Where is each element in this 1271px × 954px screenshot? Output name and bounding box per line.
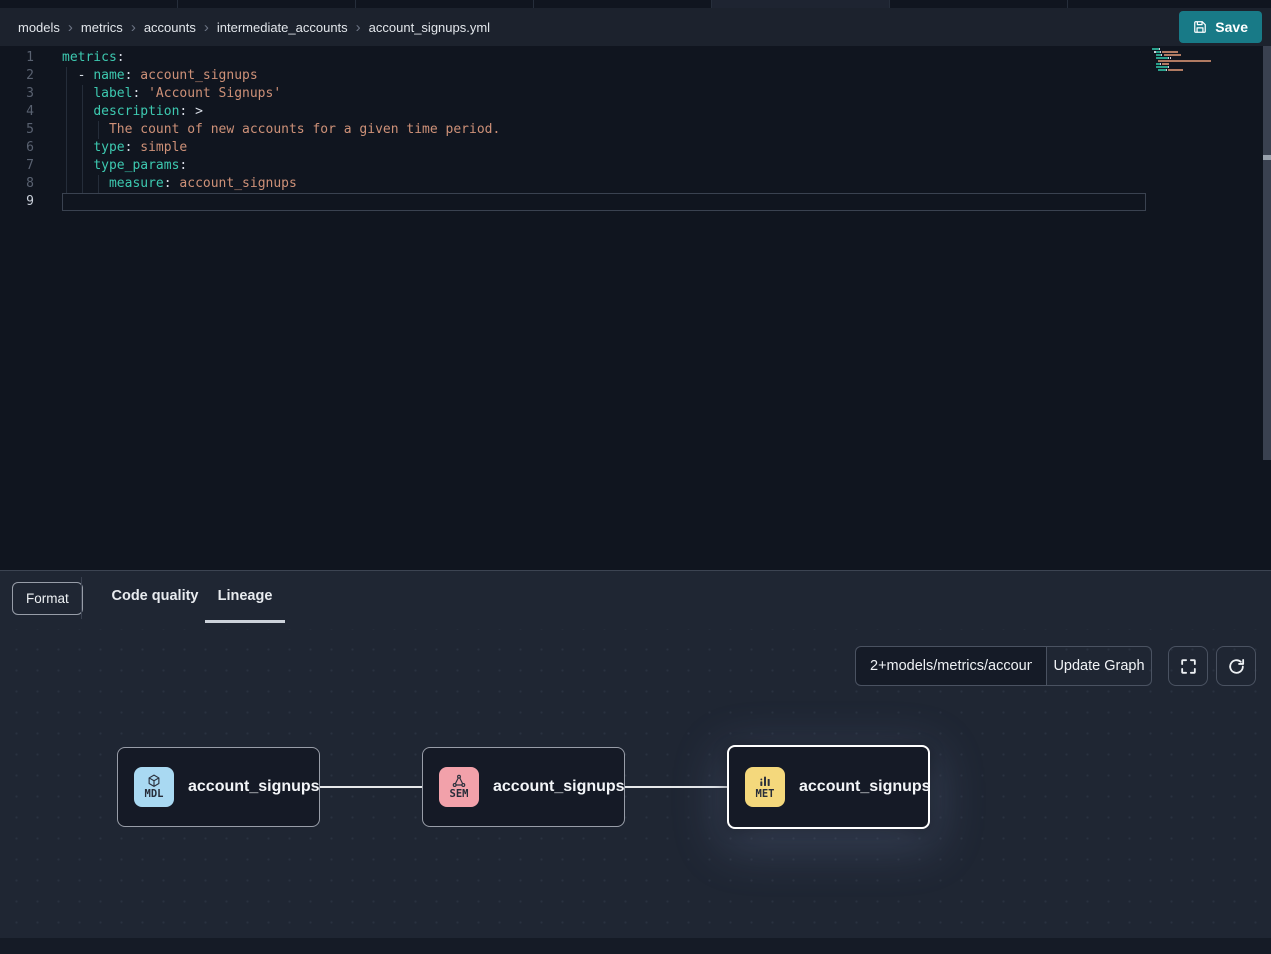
editor-tabstrip [0, 0, 1271, 8]
save-button-label: Save [1215, 19, 1248, 35]
line-number: 6 [0, 139, 34, 157]
breadcrumb-item[interactable]: metrics [81, 20, 123, 35]
line-number: 9 [0, 193, 34, 211]
minimap[interactable] [1152, 48, 1212, 75]
panel-tabs: Code quality Lineage [105, 571, 285, 623]
code-line[interactable]: 1 metrics: [0, 49, 1271, 67]
editor-tab[interactable] [534, 0, 712, 8]
breadcrumb-item[interactable]: models [18, 20, 60, 35]
indent-guide [82, 85, 83, 193]
save-button[interactable]: Save [1179, 11, 1262, 43]
fullscreen-button[interactable] [1168, 646, 1208, 686]
lineage-node-mdl[interactable]: MDL account_signups [117, 747, 320, 827]
current-line-highlight [62, 193, 1146, 211]
editor-tab[interactable] [890, 0, 1068, 8]
indent-guide [98, 121, 99, 139]
node-type-label: SEM [450, 789, 469, 801]
ide-window: models › metrics › accounts › intermediate_acc… [0, 0, 1271, 954]
editor-scrollbar-thumb[interactable] [1263, 155, 1271, 160]
refresh-icon [1227, 657, 1246, 676]
line-number: 1 [0, 49, 34, 67]
tab-lineage[interactable]: Lineage [205, 571, 285, 623]
node-label: account_signups [799, 778, 931, 796]
line-number: 5 [0, 121, 34, 139]
node-type-label: MET [756, 789, 775, 801]
breadcrumb-item[interactable]: intermediate_accounts [217, 20, 348, 35]
code-line[interactable]: 2 - name: account_signups [0, 67, 1271, 85]
refresh-button[interactable] [1216, 646, 1256, 686]
code-line[interactable]: 3 label: 'Account Signups' [0, 85, 1271, 103]
node-label: account_signups [188, 778, 320, 796]
breadcrumb-separator-icon: › [204, 20, 209, 35]
code-line[interactable]: 7 type_params: [0, 157, 1271, 175]
breadcrumb: models › metrics › accounts › intermediate_acc… [18, 20, 490, 35]
bottom-panel-header: Format Code quality Lineage [0, 571, 1271, 629]
breadcrumb-separator-icon: › [68, 20, 73, 35]
line-number: 4 [0, 103, 34, 121]
indent-guide [98, 175, 99, 193]
file-header-bar: models › metrics › accounts › intermediate_acc… [0, 8, 1271, 46]
editor-tab[interactable] [356, 0, 534, 8]
node-type-badge: SEM [439, 767, 479, 807]
node-type-label: MDL [145, 789, 164, 801]
line-number: 7 [0, 157, 34, 175]
node-label: account_signups [493, 778, 625, 796]
bottom-panel: Format Code quality Lineage Update Graph [0, 570, 1271, 954]
editor-tab[interactable] [0, 0, 178, 8]
code-line[interactable]: 4 description: > [0, 103, 1271, 121]
code-line-text: type_params: [62, 157, 187, 175]
editor-scrollbar[interactable] [1263, 46, 1271, 460]
floppy-disk-icon [1193, 20, 1207, 34]
code-line-text: - name: account_signups [62, 67, 258, 85]
node-type-badge: MDL [134, 767, 174, 807]
breadcrumb-separator-icon: › [131, 20, 136, 35]
fullscreen-icon [1179, 657, 1198, 676]
code-line[interactable]: 6 type: simple [0, 139, 1271, 157]
panel-footer-strip [0, 938, 1271, 954]
code-editor[interactable]: 1metrics:2 - name: account_signups3 labe… [0, 46, 1271, 570]
line-number: 3 [0, 85, 34, 103]
lineage-node-met[interactable]: MET account_signups [727, 745, 930, 829]
lineage-node-sem[interactable]: SEM account_signups [422, 747, 625, 827]
breadcrumb-item[interactable]: account_signups.yml [369, 20, 490, 35]
update-graph-button[interactable]: Update Graph [1047, 646, 1152, 686]
lineage-selector-group: Update Graph [855, 646, 1152, 686]
editor-tab-active[interactable] [712, 0, 890, 8]
line-number: 8 [0, 175, 34, 193]
code-line[interactable]: 8 measure: account_signups [0, 175, 1271, 193]
panel-divider [81, 577, 82, 619]
editor-tab[interactable] [1068, 0, 1271, 8]
lineage-selector-input[interactable] [855, 646, 1047, 686]
code-line-text: metrics: [62, 49, 125, 67]
lineage-edge [320, 786, 422, 788]
tab-code-quality[interactable]: Code quality [105, 571, 205, 623]
editor-tab[interactable] [178, 0, 356, 8]
line-number: 2 [0, 67, 34, 85]
lineage-canvas[interactable]: Update Graph MDL account_signups SEM accoun… [0, 629, 1271, 938]
metric-chart-icon [757, 773, 773, 789]
format-button[interactable]: Format [12, 582, 83, 615]
code-line-text: description: > [62, 103, 203, 121]
code-line-text: type: simple [62, 139, 187, 157]
code-line-text: The count of new accounts for a given ti… [62, 121, 500, 139]
indent-guide [66, 67, 67, 193]
node-type-badge: MET [745, 767, 785, 807]
model-cube-icon [146, 773, 162, 789]
code-line-text: label: 'Account Signups' [62, 85, 281, 103]
semantic-model-icon [451, 773, 467, 789]
lineage-edge [625, 786, 727, 788]
breadcrumb-separator-icon: › [356, 20, 361, 35]
breadcrumb-item[interactable]: accounts [144, 20, 196, 35]
code-line[interactable]: 5 The count of new accounts for a given … [0, 121, 1271, 139]
